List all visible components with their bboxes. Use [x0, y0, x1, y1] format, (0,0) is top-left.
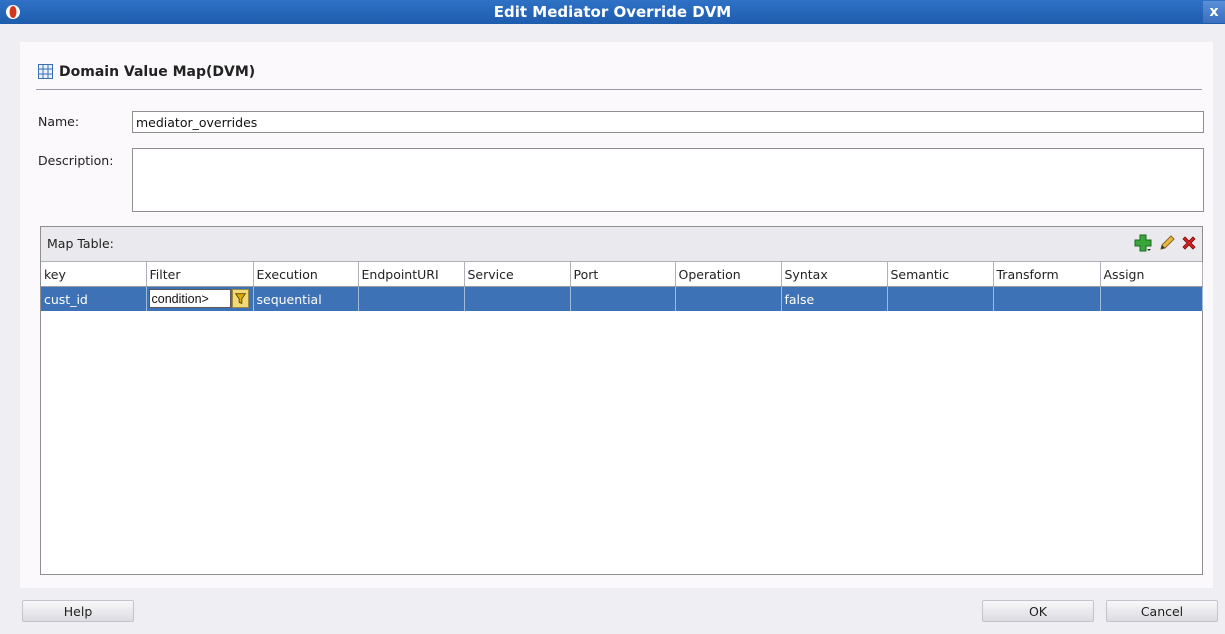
port-cell[interactable]	[570, 286, 676, 311]
map-table-label: Map Table:	[47, 236, 114, 251]
column-header[interactable]: Transform	[993, 262, 1101, 287]
semantic-cell[interactable]	[887, 286, 994, 311]
operation-cell[interactable]	[675, 286, 782, 311]
dialog-content: Domain Value Map(DVM) Name: Description:…	[20, 42, 1213, 588]
map-table-header: Map Table:	[41, 227, 1202, 262]
column-header[interactable]: Service	[464, 262, 571, 287]
delete-icon[interactable]	[1179, 233, 1199, 253]
description-field[interactable]	[132, 148, 1204, 212]
heading-divider	[36, 89, 1202, 90]
service-cell[interactable]	[464, 286, 571, 311]
filter-icon[interactable]	[231, 289, 249, 308]
ok-button[interactable]: OK	[982, 600, 1094, 622]
cancel-button[interactable]: Cancel	[1106, 600, 1218, 622]
column-header[interactable]: Assign	[1100, 262, 1203, 287]
filter-input[interactable]	[148, 289, 231, 308]
column-header[interactable]: Semantic	[887, 262, 994, 287]
map-table: key Filter Execution EndpointURI Service…	[41, 262, 1203, 311]
help-button[interactable]: Help	[22, 600, 134, 622]
column-header[interactable]: Operation	[675, 262, 782, 287]
endpoint-cell[interactable]	[358, 286, 465, 311]
name-label: Name:	[38, 114, 80, 129]
assign-cell[interactable]	[1100, 286, 1203, 311]
transform-cell[interactable]	[993, 286, 1101, 311]
title-bar: Edit Mediator Override DVM x	[0, 0, 1225, 24]
column-header[interactable]: Execution	[253, 262, 359, 287]
column-header[interactable]: key	[41, 262, 147, 287]
table-icon	[38, 64, 53, 79]
edit-icon[interactable]	[1157, 233, 1177, 253]
execution-cell[interactable]: sequential	[253, 286, 359, 311]
column-header[interactable]: Syntax	[781, 262, 888, 287]
key-cell[interactable]: cust_id	[41, 286, 147, 311]
add-icon[interactable]	[1133, 233, 1153, 253]
column-header[interactable]: EndpointURI	[358, 262, 465, 287]
section-heading: Domain Value Map(DVM)	[38, 64, 255, 80]
table-header-row: key Filter Execution EndpointURI Service…	[41, 262, 1203, 287]
syntax-cell[interactable]: false	[781, 286, 888, 311]
column-header[interactable]: Filter	[146, 262, 254, 287]
heading-text: Domain Value Map(DVM)	[59, 64, 256, 80]
filter-cell[interactable]	[146, 286, 254, 311]
name-field[interactable]	[132, 111, 1204, 133]
column-header[interactable]: Port	[570, 262, 676, 287]
close-button[interactable]: x	[1203, 1, 1225, 23]
map-table-panel: Map Table: key Filter Execution Endpoint…	[40, 226, 1203, 575]
description-label: Description:	[38, 153, 114, 168]
window-title: Edit Mediator Override DVM	[493, 3, 732, 21]
table-row[interactable]: cust_id sequential false	[41, 286, 1203, 311]
